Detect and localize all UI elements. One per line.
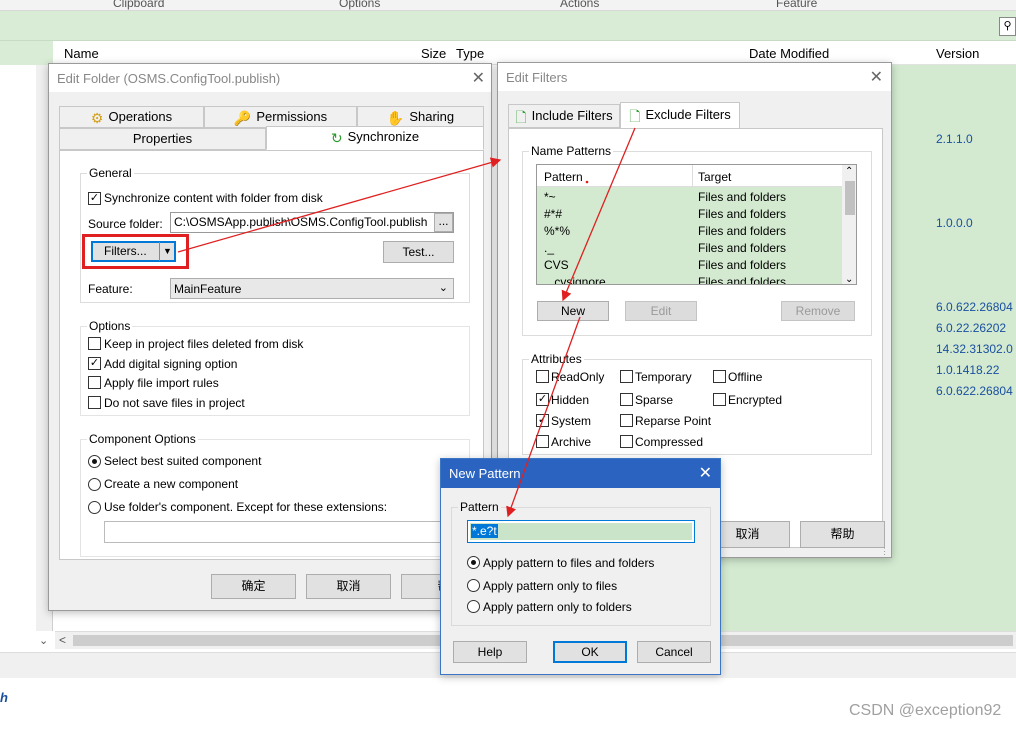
annotation-arrows <box>177 127 636 518</box>
app-window: Clipboard Options Actions Feature ⚲ ⌄ Na… <box>0 0 1016 729</box>
annotation-dot <box>585 180 589 184</box>
arrow-exclude-to-new <box>561 127 636 302</box>
arrow-new-to-pattern <box>506 316 581 518</box>
arrow-filters-to-edit-filters <box>177 157 502 253</box>
